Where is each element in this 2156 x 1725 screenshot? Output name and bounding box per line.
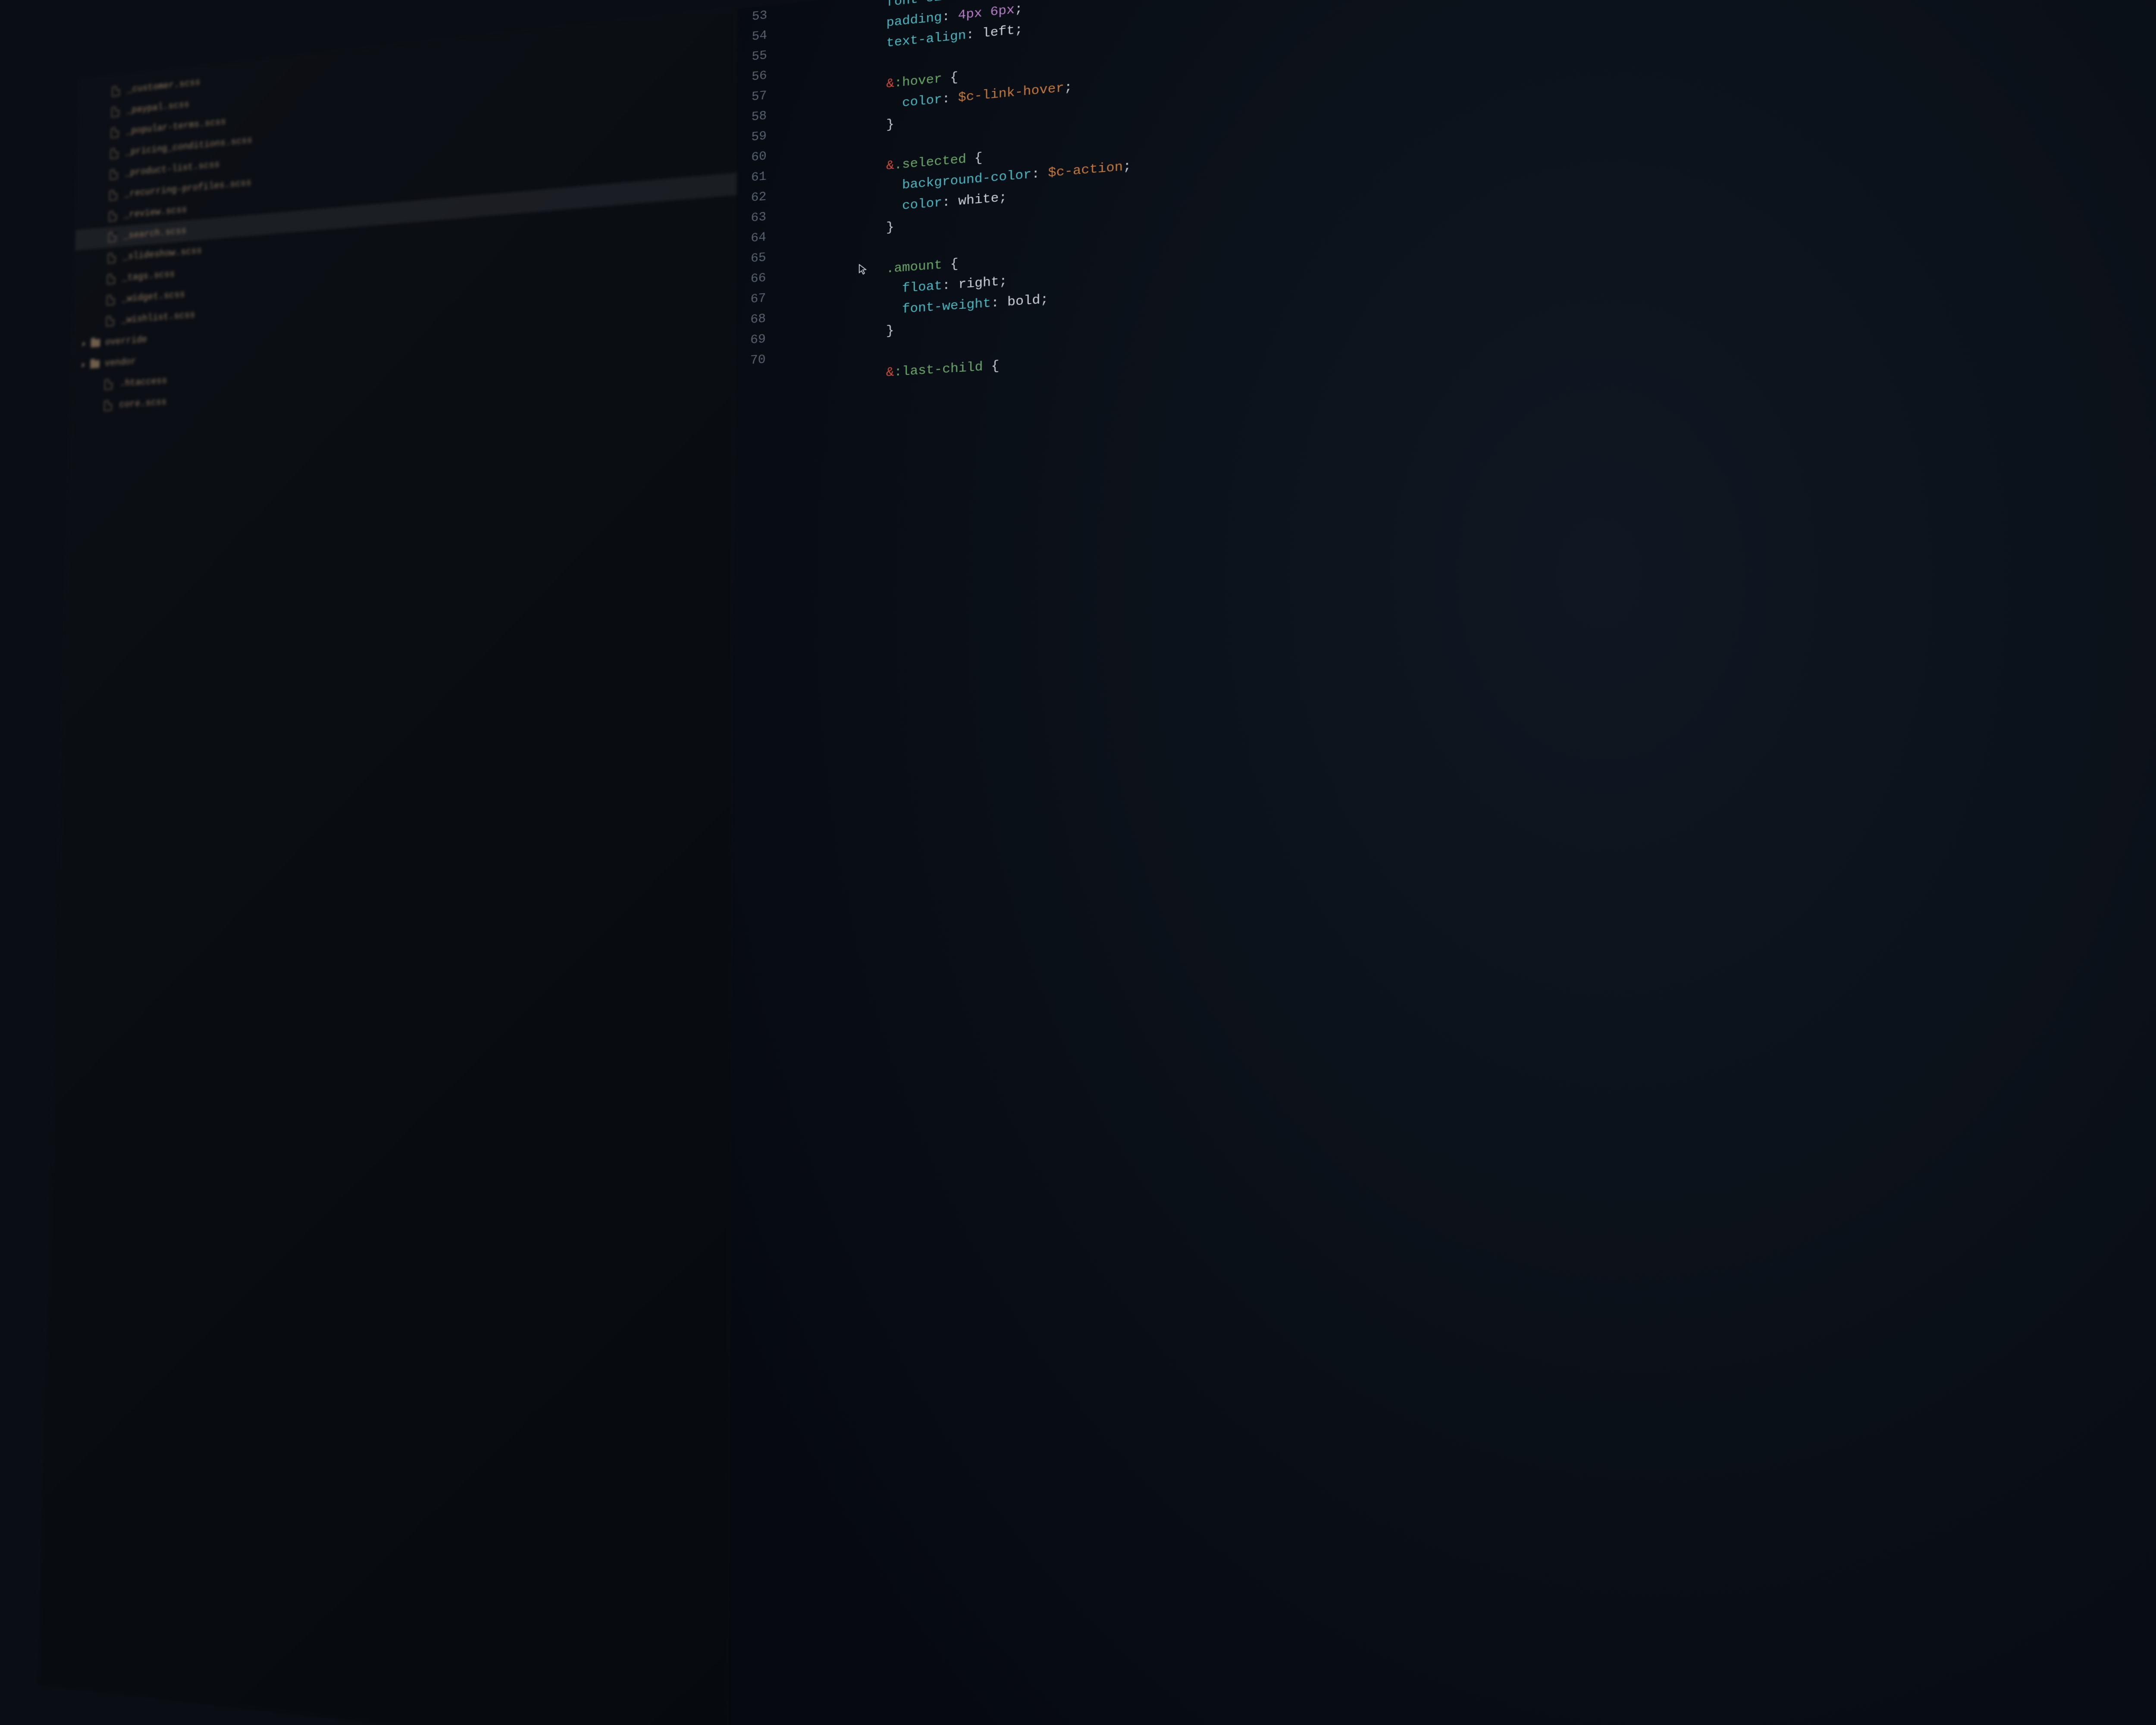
file-tree[interactable]: _customer.scss_paypal.scss_popular-terms… (71, 15, 738, 418)
token-punc: ; (1015, 22, 1023, 38)
line-number: 53 (737, 6, 767, 29)
token-amp: & (886, 76, 894, 91)
file-tree-item-label: _customer.scss (127, 77, 201, 95)
file-icon (111, 107, 119, 117)
line-number: 54 (737, 25, 767, 49)
token-punc: : (942, 91, 958, 107)
file-icon (112, 86, 120, 97)
code-editor[interactable]: 535455565758596061626364656667686970 fon… (728, 0, 2156, 1725)
file-icon (108, 232, 116, 242)
token-punc: : (958, 0, 974, 3)
file-explorer-sidebar[interactable]: _customer.scss_paypal.scss_popular-terms… (37, 9, 737, 1725)
token-punc: { (983, 359, 1000, 375)
file-icon (107, 295, 115, 305)
token-punc: : (942, 194, 958, 210)
file-tree-item-label: _slideshow.scss (123, 245, 202, 263)
token-amp: & (886, 158, 894, 173)
chevron-right-icon (82, 363, 85, 367)
file-icon (106, 316, 114, 326)
file-tree-item-label: _paypal.scss (126, 99, 189, 116)
token-var: $c-action (1048, 160, 1123, 181)
token-punc: ; (1064, 80, 1072, 96)
token-punc: ; (1015, 2, 1023, 17)
token-punc: : (942, 9, 958, 25)
file-icon (107, 253, 116, 263)
token-punc (982, 5, 990, 21)
file-tree-item-label: _tags.scss (122, 269, 175, 283)
line-number: 66 (736, 268, 766, 291)
file-icon (104, 400, 112, 411)
token-punc: ; (1040, 292, 1048, 308)
token-num: 6px (990, 3, 1015, 20)
line-number: 61 (736, 166, 766, 189)
file-tree-item-label: _search.scss (123, 226, 187, 242)
file-tree-item-label: _review.scss (124, 204, 187, 220)
file-icon (104, 379, 113, 390)
file-icon (111, 127, 119, 138)
line-number: 63 (736, 207, 766, 230)
line-number: 58 (737, 106, 767, 129)
token-punc: ; (1123, 159, 1131, 175)
token-amp: & (886, 365, 894, 380)
token-kw: left (982, 23, 1015, 41)
token-punc: ; (999, 190, 1007, 206)
token-punc: } (886, 220, 894, 235)
token-punc: { (942, 257, 959, 273)
folder-tree-item-label: override (105, 334, 147, 348)
file-icon (109, 211, 117, 222)
token-kw: white (958, 191, 999, 209)
line-number: 69 (736, 329, 766, 351)
line-number: 64 (736, 227, 766, 250)
file-icon (110, 169, 118, 180)
line-number: 70 (736, 350, 766, 372)
file-tree-item-label: _widget.scss (122, 289, 185, 304)
folder-tree-item-label: vendor (104, 356, 136, 369)
token-prop: color (886, 196, 942, 215)
line-number: 56 (737, 66, 767, 89)
folder-icon (90, 360, 100, 369)
line-number: 68 (736, 309, 766, 331)
line-number: 67 (736, 289, 766, 311)
line-number: 59 (737, 126, 767, 149)
token-punc: : (1031, 166, 1048, 182)
line-number: 65 (736, 248, 766, 270)
token-prop: font-weight (886, 296, 991, 318)
file-icon (109, 190, 117, 201)
token-pseudo: .amount (886, 258, 942, 277)
file-tree-item-label: _product-list.scss (125, 159, 219, 179)
folder-icon (91, 339, 100, 348)
line-number: 60 (737, 146, 767, 169)
token-punc: ; (999, 274, 1007, 290)
token-num: 4px (958, 6, 982, 23)
file-tree-item-label: core.scss (119, 397, 166, 411)
token-prop: float (886, 279, 942, 297)
token-kw: right (959, 275, 999, 292)
line-number: 55 (737, 46, 767, 69)
token-kw: bold (1007, 293, 1040, 310)
token-punc: } (886, 324, 894, 339)
line-number: 57 (737, 86, 767, 109)
token-punc: { (966, 151, 983, 167)
file-tree-item-label: .htaccess (119, 375, 167, 389)
token-punc: } (886, 117, 894, 132)
token-punc: : (991, 295, 1007, 311)
token-punc: { (942, 70, 958, 86)
editor-app: _customer.scss_paypal.scss_popular-terms… (37, 0, 2156, 1725)
file-icon (110, 148, 119, 159)
chevron-right-icon (82, 342, 86, 346)
token-pseudo: .selected (894, 152, 966, 173)
code-area[interactable]: font-size: $font-size-xs;padding: 4px 6p… (771, 0, 2156, 1725)
token-punc: : (966, 27, 982, 43)
token-prop: padding (886, 10, 942, 31)
token-punc: : (942, 278, 959, 294)
line-number: 62 (736, 187, 766, 210)
token-pseudo: :last-child (894, 360, 983, 380)
file-icon (107, 274, 115, 285)
token-pseudo: :hover (894, 72, 942, 91)
token-prop: color (886, 92, 942, 112)
file-tree-item-label: _wishlist.scss (121, 310, 195, 326)
